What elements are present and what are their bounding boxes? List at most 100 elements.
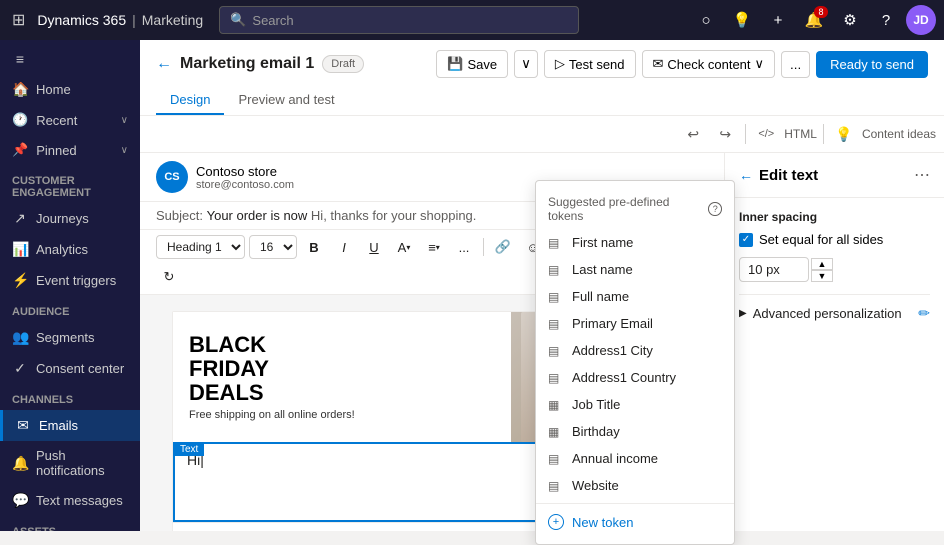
refresh-button[interactable]: ↻ bbox=[156, 264, 182, 290]
stepper-up-button[interactable]: ▲ bbox=[811, 258, 833, 270]
sidebar-event-triggers-label: Event triggers bbox=[36, 273, 116, 288]
brand-name: Dynamics 365 bbox=[37, 12, 126, 28]
pd-new-token[interactable]: + New token bbox=[536, 508, 734, 536]
ready-to-send-button[interactable]: Ready to send bbox=[816, 51, 928, 78]
advanced-arrow-icon: ▶ bbox=[739, 308, 747, 319]
tab-preview[interactable]: Preview and test bbox=[224, 86, 348, 115]
sidebar-item-pinned[interactable]: 📌 Pinned ∨ bbox=[0, 135, 140, 165]
code-button[interactable]: </> bbox=[752, 120, 780, 148]
sidebar-item-event-triggers[interactable]: ⚡ Event triggers bbox=[0, 265, 140, 296]
lightbulb-icon[interactable]: 💡 bbox=[830, 120, 858, 148]
bold-button[interactable]: B bbox=[301, 234, 327, 260]
rp-back-button[interactable]: ← bbox=[739, 167, 753, 183]
pd-header-text: Suggested pre-defined tokens bbox=[548, 195, 702, 223]
font-size-select[interactable]: 16 bbox=[249, 235, 297, 259]
sidebar-item-segments[interactable]: 👥 Segments bbox=[0, 322, 140, 353]
sidebar-journeys-label: Journeys bbox=[36, 211, 89, 226]
chevron-down-icon-pinned: ∨ bbox=[121, 145, 128, 156]
sidebar-item-consent[interactable]: ✓ Consent center bbox=[0, 353, 140, 384]
pd-item-first-name[interactable]: ▤ First name bbox=[536, 229, 734, 256]
edit-icon[interactable]: ✏ bbox=[918, 305, 930, 322]
underline-button[interactable]: U bbox=[361, 234, 387, 260]
pd-item-address1-country[interactable]: ▤ Address1 Country bbox=[536, 364, 734, 391]
align-icon: ≡ bbox=[428, 240, 436, 255]
stepper-down-button[interactable]: ▼ bbox=[811, 270, 833, 282]
pd-item-birthday[interactable]: ▦ Birthday bbox=[536, 418, 734, 445]
bf-tagline: Free shipping on all online orders! bbox=[189, 409, 495, 421]
pd-first-name-label: First name bbox=[572, 235, 633, 250]
sidebar-item-journeys[interactable]: ↗ Journeys bbox=[0, 203, 140, 234]
pd-info-icon: ? bbox=[708, 202, 722, 216]
tab-design[interactable]: Design bbox=[156, 86, 224, 115]
sms-icon: 💬 bbox=[12, 492, 28, 509]
journeys-icon: ↗ bbox=[12, 210, 28, 227]
sidebar-item-recent[interactable]: 🕐 Recent ∨ bbox=[0, 105, 140, 135]
more-button[interactable]: ... bbox=[781, 51, 810, 78]
sidebar-emails-label: Emails bbox=[39, 418, 78, 433]
sidebar-segments-label: Segments bbox=[36, 330, 95, 345]
sidebar-item-analytics[interactable]: 📊 Analytics bbox=[0, 234, 140, 265]
advanced-personalization-row[interactable]: ▶ Advanced personalization ✏ bbox=[725, 295, 944, 332]
sidebar-item-push[interactable]: 🔔 Push notifications bbox=[0, 441, 140, 485]
section-customer: Customer engagement bbox=[0, 165, 140, 203]
pd-item-full-name[interactable]: ▤ Full name bbox=[536, 283, 734, 310]
redo-button[interactable]: ↪ bbox=[711, 120, 739, 148]
nav-icon-bulb[interactable]: 💡 bbox=[726, 4, 758, 36]
link-button[interactable]: 🔗 bbox=[490, 234, 516, 260]
save-split-button[interactable]: ∨ bbox=[514, 50, 538, 78]
nav-icon-circle[interactable]: ○ bbox=[690, 4, 722, 36]
back-button[interactable]: ← bbox=[156, 55, 172, 73]
undo-button[interactable]: ↩ bbox=[679, 120, 707, 148]
rp-title-text: Edit text bbox=[759, 167, 818, 184]
app-grid-icon[interactable]: ⊞ bbox=[8, 6, 29, 34]
rp-more-button[interactable]: ⋯ bbox=[914, 165, 930, 185]
sidebar-pinned-label: Pinned bbox=[36, 143, 76, 158]
sidebar-push-label: Push notifications bbox=[36, 448, 128, 478]
email-title: Marketing email 1 bbox=[180, 55, 314, 73]
pd-annual-income-icon: ▤ bbox=[548, 452, 564, 466]
nav-icon-settings[interactable]: ⚙ bbox=[834, 4, 866, 36]
pd-item-last-name[interactable]: ▤ Last name bbox=[536, 256, 734, 283]
nav-icon-help[interactable]: ? bbox=[870, 4, 902, 36]
pd-last-name-icon: ▤ bbox=[548, 263, 564, 277]
nav-icon-notifications[interactable]: 🔔 8 bbox=[798, 4, 830, 36]
equal-sides-checkbox[interactable] bbox=[739, 233, 753, 247]
sidebar-item-home[interactable]: 🏠 Home bbox=[0, 74, 140, 105]
search-bar[interactable]: 🔍 bbox=[219, 6, 579, 34]
pd-item-annual-income[interactable]: ▤ Annual income bbox=[536, 445, 734, 472]
segments-icon: 👥 bbox=[12, 329, 28, 346]
font-color-button[interactable]: A ▾ bbox=[391, 234, 417, 260]
sidebar-item-sms[interactable]: 💬 Text messages bbox=[0, 485, 140, 516]
pd-last-name-label: Last name bbox=[572, 262, 633, 277]
pd-primary-email-icon: ▤ bbox=[548, 317, 564, 331]
italic-button[interactable]: I bbox=[331, 234, 357, 260]
bf-line1: BLACK bbox=[189, 333, 495, 357]
align-arrow-icon: ▾ bbox=[436, 243, 440, 252]
align-button[interactable]: ≡ ▾ bbox=[421, 234, 447, 260]
top-nav-right: ○ 💡 + 🔔 8 ⚙ ? JD bbox=[690, 4, 936, 36]
test-send-button[interactable]: ▷ Test send bbox=[544, 50, 636, 78]
html-label: HTML bbox=[784, 127, 817, 141]
pd-website-label: Website bbox=[572, 478, 619, 493]
heading-select[interactable]: Heading 1 bbox=[156, 235, 245, 259]
save-button[interactable]: 💾 Save bbox=[436, 50, 508, 78]
pd-item-website[interactable]: ▤ Website bbox=[536, 472, 734, 499]
pd-full-name-icon: ▤ bbox=[548, 290, 564, 304]
sidebar-collapse-btn[interactable]: ≡ bbox=[0, 44, 140, 74]
search-input[interactable] bbox=[252, 13, 568, 28]
draft-badge: Draft bbox=[322, 55, 364, 73]
spacing-input[interactable] bbox=[739, 257, 809, 282]
more-format-button[interactable]: ... bbox=[451, 234, 477, 260]
avatar[interactable]: JD bbox=[906, 5, 936, 35]
check-split-icon: ∨ bbox=[755, 56, 765, 72]
sidebar-item-emails[interactable]: ✉ Emails bbox=[0, 410, 140, 441]
pd-job-title-icon: ▦ bbox=[548, 398, 564, 412]
nav-icon-add[interactable]: + bbox=[762, 4, 794, 36]
pd-item-job-title[interactable]: ▦ Job Title bbox=[536, 391, 734, 418]
pd-item-address1-city[interactable]: ▤ Address1 City bbox=[536, 337, 734, 364]
pd-item-primary-email[interactable]: ▤ Primary Email bbox=[536, 310, 734, 337]
pd-job-title-label: Job Title bbox=[572, 397, 620, 412]
spacing-stepper: ▲ ▼ bbox=[811, 258, 833, 282]
editor-header: ← Marketing email 1 Draft 💾 Save ∨ ▷ Tes… bbox=[140, 40, 944, 116]
check-content-button[interactable]: ✉ Check content ∨ bbox=[642, 50, 776, 78]
